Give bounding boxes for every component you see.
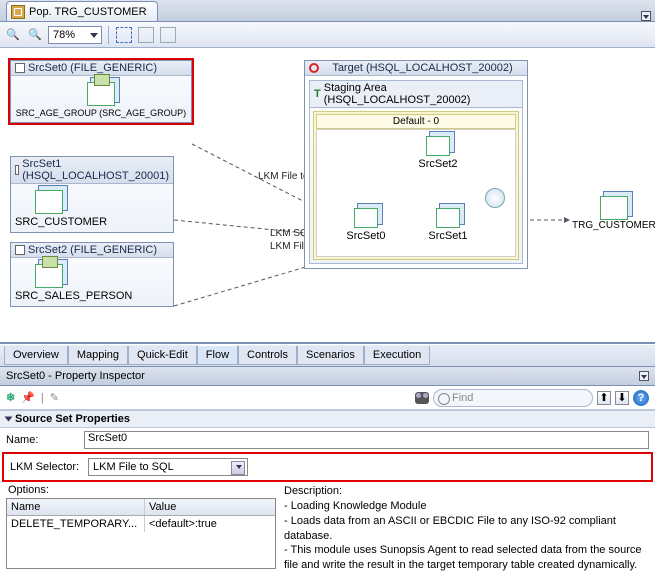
find-input[interactable]: Find xyxy=(433,389,593,407)
target-inner-diagram: SrcSet2 SrcSet0 SrcSet1 xyxy=(316,129,516,257)
source-set-properties-header[interactable]: Source Set Properties xyxy=(0,410,655,428)
target-node-srcset1[interactable]: SrcSet1 xyxy=(423,208,473,242)
source-panel-srcset1[interactable]: SrcSet1 (HSQL_LOCALHOST_20001) SRC_CUSTO… xyxy=(10,156,174,233)
description-line2: - Loads data from an ASCII or EBCDIC Fil… xyxy=(284,514,649,544)
lkm-selector-combo[interactable]: LKM File to SQL xyxy=(88,458,248,476)
inspector-toolbar: ❄ 📌 | ✎ Find ⬆ ⬇ ? xyxy=(0,386,655,410)
binoculars-icon[interactable] xyxy=(415,392,429,404)
datastore-icon xyxy=(426,136,450,156)
inspector-title: SrcSet0 - Property Inspector xyxy=(6,370,145,382)
tab-title: Pop. TRG_CUSTOMER xyxy=(29,6,147,18)
target-indicator-icon xyxy=(309,63,319,73)
join-operator-icon[interactable] xyxy=(485,188,505,208)
flow-diagram-canvas[interactable]: LKM File to SQL LKM SQL to SQL LKM File … xyxy=(0,48,655,344)
tab-mapping[interactable]: Mapping xyxy=(68,346,128,365)
target-node-srcset2[interactable]: SrcSet2 xyxy=(413,136,463,170)
datastore-icon xyxy=(87,82,115,106)
zoom-in-button[interactable]: 🔍 xyxy=(4,26,22,44)
find-next-button[interactable]: ⬇ xyxy=(615,391,629,405)
description-line3: - This module uses Sunopsis Agent to rea… xyxy=(284,543,649,573)
target-datastore[interactable]: TRG_CUSTOMER xyxy=(572,196,655,231)
zoom-level-combo[interactable]: 78% xyxy=(48,26,102,44)
options-label: Options: xyxy=(6,484,276,498)
datastore-icon xyxy=(35,264,63,288)
interface-icon xyxy=(11,5,25,19)
datastore-label: SRC_SALES_PERSON xyxy=(15,290,132,302)
edit-icon[interactable]: ✎ xyxy=(50,391,59,404)
datastore-icon xyxy=(436,208,460,228)
panel-icon xyxy=(15,245,25,255)
zoom-value: 78% xyxy=(53,29,75,41)
options-col-value[interactable]: Value xyxy=(145,499,275,515)
datastore-icon xyxy=(600,196,628,220)
tab-execution[interactable]: Execution xyxy=(364,346,430,365)
panel-icon xyxy=(15,165,19,175)
freeze-icon[interactable]: ❄ xyxy=(6,391,15,404)
target-datastore-label: TRG_CUSTOMER xyxy=(572,220,655,231)
options-table[interactable]: Name Value DELETE_TEMPORARY... <default>… xyxy=(6,498,276,569)
zoom-out-button[interactable]: 🔍 xyxy=(26,26,44,44)
layout-button-1[interactable] xyxy=(137,26,155,44)
tab-quick-edit[interactable]: Quick-Edit xyxy=(128,346,197,365)
description-label: Description: xyxy=(284,484,649,499)
default-group-header: Default - 0 xyxy=(316,114,516,129)
layout-button-2[interactable] xyxy=(159,26,177,44)
datastore-icon xyxy=(35,190,63,214)
name-input[interactable]: SrcSet0 xyxy=(84,431,649,449)
target-node-srcset0[interactable]: SrcSet0 xyxy=(341,208,391,242)
source-panel-srcset2[interactable]: SrcSet2 (FILE_GENERIC) SRC_SALES_PERSON xyxy=(10,242,174,307)
target-panel[interactable]: Target (HSQL_LOCALHOST_20002) TStaging A… xyxy=(304,60,528,269)
pin-icon[interactable]: 📌 xyxy=(21,391,35,404)
options-col-name[interactable]: Name xyxy=(7,499,145,515)
inspector-dropdown-icon[interactable] xyxy=(639,371,649,381)
name-label: Name: xyxy=(6,434,78,446)
tab-list-dropdown-icon[interactable] xyxy=(641,11,651,21)
datastore-label: SRC_AGE_GROUP (SRC_AGE_GROUP) xyxy=(16,108,186,118)
find-prev-button[interactable]: ⬆ xyxy=(597,391,611,405)
tab-overview[interactable]: Overview xyxy=(4,346,68,365)
editor-toolbar: 🔍 🔍 78% xyxy=(0,22,655,48)
datastore-label: SRC_CUSTOMER xyxy=(15,216,107,228)
lkm-selector-label: LKM Selector: xyxy=(10,461,82,473)
tab-controls[interactable]: Controls xyxy=(238,346,297,365)
datastore-icon xyxy=(354,208,378,228)
staging-icon: T xyxy=(314,88,321,100)
tab-flow[interactable]: Flow xyxy=(197,345,238,365)
source-panel-srcset0[interactable]: SrcSet0 (FILE_GENERIC) SRC_AGE_GROUP (SR… xyxy=(10,60,192,123)
help-icon[interactable]: ? xyxy=(633,390,649,406)
fit-window-button[interactable] xyxy=(115,26,133,44)
table-row[interactable]: DELETE_TEMPORARY... <default>:true xyxy=(7,516,275,532)
editor-bottom-tabs: Overview Mapping Quick-Edit Flow Control… xyxy=(0,344,655,366)
tab-scenarios[interactable]: Scenarios xyxy=(297,346,364,365)
editor-tab[interactable]: Pop. TRG_CUSTOMER xyxy=(6,1,158,21)
panel-icon xyxy=(15,63,25,73)
toolbar-separator xyxy=(108,26,109,44)
description-line1: - Loading Knowledge Module xyxy=(284,499,649,514)
